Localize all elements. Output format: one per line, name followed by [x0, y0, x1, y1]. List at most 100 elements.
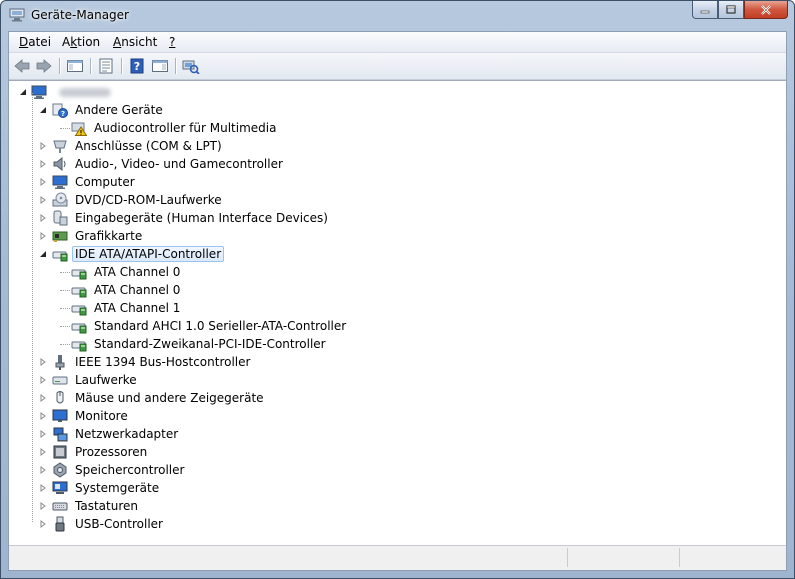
- expand-arrow-icon: [40, 160, 46, 168]
- menu-aktion[interactable]: Aktion: [62, 35, 100, 49]
- category-toggle[interactable]: [39, 250, 47, 258]
- tree-device[interactable]: Standard AHCI 1.0 Serieller-ATA-Controll…: [71, 317, 349, 335]
- category-toggle[interactable]: [39, 502, 47, 510]
- tree-category[interactable]: IDE ATA/ATAPI-Controller: [39, 245, 225, 263]
- expand-arrow-icon: [40, 214, 46, 222]
- tree-category[interactable]: Audio-, Video- und Gamecontroller: [39, 155, 286, 173]
- menu-ansicht[interactable]: Ansicht: [113, 35, 157, 49]
- tree-category[interactable]: Computer: [39, 173, 138, 191]
- root-toggle[interactable]: [19, 88, 27, 96]
- tree-category[interactable]: Mäuse und andere Zeigegeräte: [39, 389, 267, 407]
- tree-category[interactable]: ? Andere Geräte: [39, 101, 166, 119]
- ide-controller-icon: [71, 287, 87, 298]
- client-area: Datei Aktion Ansicht ? ? ? Andere Geräte…: [8, 31, 787, 571]
- device-label: ATA Channel 0: [94, 283, 181, 297]
- console-tree-button[interactable]: [66, 57, 84, 75]
- maximize-button[interactable]: [718, 1, 744, 19]
- category-toggle[interactable]: [39, 412, 47, 420]
- category-label: Tastaturen: [75, 499, 138, 513]
- properties-button[interactable]: [97, 57, 115, 75]
- computer-icon: [31, 85, 47, 99]
- category-label: Audio-, Video- und Gamecontroller: [75, 157, 283, 171]
- category-toggle[interactable]: [39, 214, 47, 222]
- tree-category[interactable]: Laufwerke: [39, 371, 140, 389]
- category-label: Prozessoren: [75, 445, 148, 459]
- computer-name: [51, 91, 57, 93]
- usb-icon: [55, 516, 65, 532]
- firewire-icon: [55, 355, 65, 370]
- device-label: Audiocontroller für Multimedia: [94, 121, 277, 135]
- scan-hardware-button[interactable]: [182, 57, 200, 75]
- collapse-arrow-icon: [20, 89, 26, 95]
- tree-category[interactable]: Prozessoren: [39, 443, 150, 461]
- category-toggle[interactable]: [39, 232, 47, 240]
- device-tree[interactable]: ? Andere Geräte Audiocontroller für Multim…: [9, 80, 786, 545]
- tree-category[interactable]: Eingabegeräte (Human Interface Devices): [39, 209, 331, 227]
- forward-button[interactable]: [35, 57, 53, 75]
- tree-category[interactable]: Monitore: [39, 407, 131, 425]
- category-label: Mäuse und andere Zeigegeräte: [75, 391, 264, 405]
- expand-arrow-icon: [40, 232, 46, 240]
- expand-arrow-icon: [40, 448, 46, 456]
- forward-icon: [36, 59, 52, 73]
- tree-category[interactable]: Netzwerkadapter: [39, 425, 181, 443]
- category-label: Computer: [75, 175, 135, 189]
- category-toggle[interactable]: [39, 358, 47, 366]
- svg-text:?: ?: [134, 60, 140, 73]
- expand-arrow-icon: [40, 376, 46, 384]
- help-button[interactable]: ?: [128, 57, 146, 75]
- category-toggle[interactable]: [39, 178, 47, 186]
- tree-category[interactable]: DVD/CD-ROM-Laufwerke: [39, 191, 225, 209]
- category-label: Anschlüsse (COM & LPT): [75, 139, 222, 153]
- category-toggle[interactable]: [39, 106, 47, 114]
- category-toggle[interactable]: [39, 142, 47, 150]
- computer-icon: [52, 175, 68, 189]
- tree-device[interactable]: ATA Channel 0: [71, 263, 183, 281]
- category-label: Netzwerkadapter: [75, 427, 179, 441]
- category-toggle[interactable]: [39, 160, 47, 168]
- tree-category[interactable]: Grafikkarte: [39, 227, 145, 245]
- category-label: Laufwerke: [75, 373, 137, 387]
- tree-category[interactable]: Anschlüsse (COM & LPT): [39, 137, 225, 155]
- category-toggle[interactable]: [39, 196, 47, 204]
- category-toggle[interactable]: [39, 430, 47, 438]
- ide-controller-icon: [71, 341, 87, 352]
- tree-device[interactable]: Standard-Zweikanal-PCI-IDE-Controller: [71, 335, 329, 353]
- category-toggle[interactable]: [39, 394, 47, 402]
- disk-drive-icon: [52, 376, 68, 385]
- status-divider: [567, 548, 568, 567]
- expand-arrow-icon: [40, 394, 46, 402]
- expand-arrow-icon: [40, 502, 46, 510]
- mouse-icon: [56, 391, 64, 404]
- tree-device[interactable]: Audiocontroller für Multimedia: [71, 119, 279, 137]
- collapse-arrow-icon: [40, 107, 46, 113]
- category-toggle[interactable]: [39, 448, 47, 456]
- tree-category[interactable]: Tastaturen: [39, 497, 141, 515]
- minimize-icon: [700, 10, 710, 13]
- minimize-button[interactable]: [692, 1, 718, 19]
- menu-help[interactable]: ?: [169, 35, 175, 49]
- category-toggle[interactable]: [39, 484, 47, 492]
- close-button[interactable]: [744, 1, 788, 19]
- tree-category[interactable]: USB-Controller: [39, 515, 166, 533]
- category-toggle[interactable]: [39, 520, 47, 528]
- action-pane-button[interactable]: [151, 57, 169, 75]
- device-manager-window: Geräte-Manager Datei Aktion Ansicht ? ? …: [0, 0, 795, 579]
- tree-category[interactable]: Systemgeräte: [39, 479, 162, 497]
- tree-device[interactable]: ATA Channel 0: [71, 281, 183, 299]
- monitor-icon: [52, 409, 68, 422]
- category-toggle[interactable]: [39, 466, 47, 474]
- menu-datei[interactable]: Datei: [19, 35, 51, 49]
- tree-category[interactable]: Speichercontroller: [39, 461, 187, 479]
- category-toggle[interactable]: [39, 376, 47, 384]
- action-pane-icon: [152, 60, 168, 72]
- hid-icon: [53, 210, 68, 226]
- category-label: DVD/CD-ROM-Laufwerke: [75, 193, 222, 207]
- title-bar[interactable]: Geräte-Manager: [1, 1, 794, 31]
- category-label: IDE ATA/ATAPI-Controller: [72, 246, 225, 262]
- back-button[interactable]: [13, 57, 31, 75]
- device-label: Standard-Zweikanal-PCI-IDE-Controller: [94, 337, 326, 351]
- network-adapter-icon: [53, 427, 68, 442]
- tree-category[interactable]: IEEE 1394 Bus-Hostcontroller: [39, 353, 253, 371]
- tree-device[interactable]: ATA Channel 1: [71, 299, 183, 317]
